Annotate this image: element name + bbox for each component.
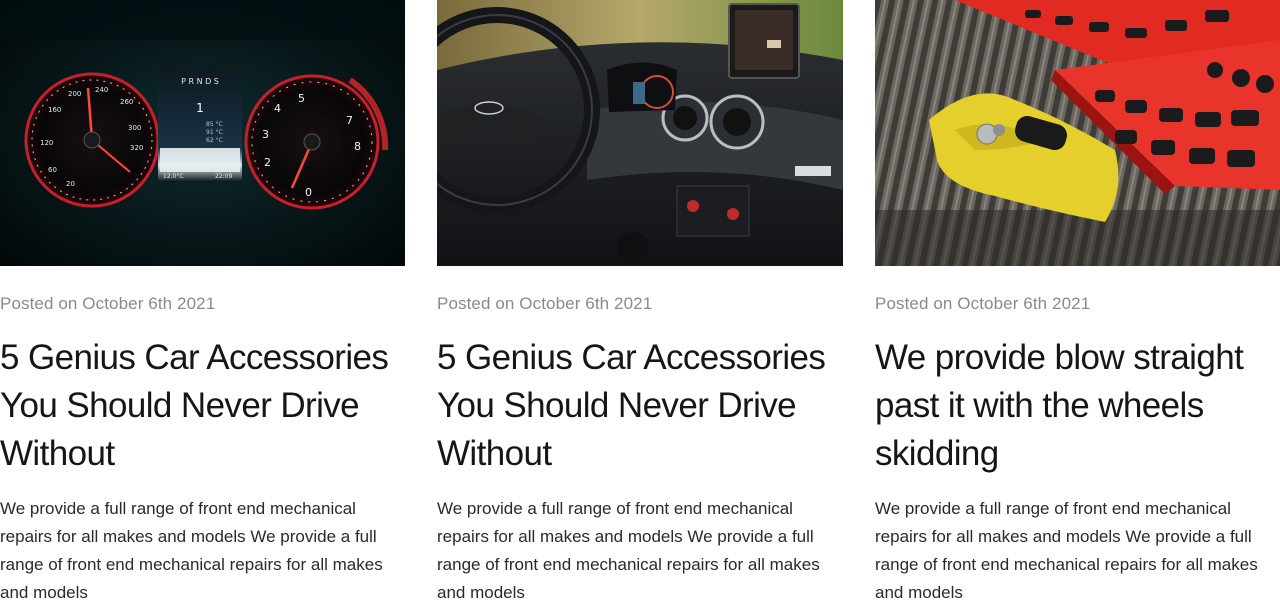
blog-card: Posted on October 6th 2021 5 Genius Car … bbox=[437, 0, 843, 606]
svg-text:8: 8 bbox=[354, 140, 361, 153]
svg-text:20: 20 bbox=[66, 180, 75, 188]
post-date: Posted on October 6th 2021 bbox=[875, 294, 1091, 313]
svg-text:260: 260 bbox=[120, 98, 133, 106]
post-thumbnail-tools[interactable] bbox=[875, 0, 1280, 266]
tool-set-image bbox=[875, 0, 1280, 266]
svg-text:320: 320 bbox=[130, 144, 143, 152]
post-date: Posted on October 6th 2021 bbox=[437, 294, 653, 313]
center-gear: 1 bbox=[196, 101, 204, 115]
post-excerpt: We provide a full range of front end mec… bbox=[437, 499, 820, 602]
dashboard-image: P R N D S 1 85 °C 91 °C 62 °C 12.0°C 22:… bbox=[0, 0, 405, 266]
post-title[interactable]: We provide blow straight past it with th… bbox=[875, 334, 1280, 478]
svg-text:60: 60 bbox=[48, 166, 57, 174]
svg-text:3: 3 bbox=[262, 128, 269, 141]
post-thumbnail-interior[interactable] bbox=[437, 0, 843, 266]
blog-grid: P R N D S 1 85 °C 91 °C 62 °C 12.0°C 22:… bbox=[0, 0, 1280, 606]
temp-readout: 12.0°C bbox=[163, 173, 184, 180]
svg-text:240: 240 bbox=[95, 86, 108, 94]
svg-text:2: 2 bbox=[264, 156, 271, 169]
svg-text:0: 0 bbox=[305, 186, 312, 199]
svg-text:4: 4 bbox=[274, 102, 281, 115]
svg-text:7: 7 bbox=[346, 114, 353, 127]
clock-readout: 22:09 bbox=[215, 173, 232, 180]
svg-text:160: 160 bbox=[48, 106, 61, 114]
gear-indicator: P R N D S bbox=[181, 77, 219, 86]
svg-text:5: 5 bbox=[298, 92, 305, 105]
svg-text:120: 120 bbox=[40, 139, 53, 147]
reading-2: 91 °C bbox=[206, 129, 223, 136]
reading-3: 62 °C bbox=[206, 137, 223, 144]
car-interior-image bbox=[437, 0, 843, 266]
post-title[interactable]: 5 Genius Car Accessories You Should Neve… bbox=[0, 334, 405, 478]
post-date: Posted on October 6th 2021 bbox=[0, 294, 216, 313]
post-excerpt: We provide a full range of front end mec… bbox=[875, 499, 1258, 602]
post-title[interactable]: 5 Genius Car Accessories You Should Neve… bbox=[437, 334, 843, 478]
svg-text:300: 300 bbox=[128, 124, 141, 132]
blog-card: Posted on October 6th 2021 We provide bl… bbox=[875, 0, 1280, 606]
blog-card: P R N D S 1 85 °C 91 °C 62 °C 12.0°C 22:… bbox=[0, 0, 405, 606]
svg-text:200: 200 bbox=[68, 90, 81, 98]
post-thumbnail-dashboard[interactable]: P R N D S 1 85 °C 91 °C 62 °C 12.0°C 22:… bbox=[0, 0, 405, 266]
post-excerpt: We provide a full range of front end mec… bbox=[0, 499, 383, 602]
reading-1: 85 °C bbox=[206, 121, 223, 128]
